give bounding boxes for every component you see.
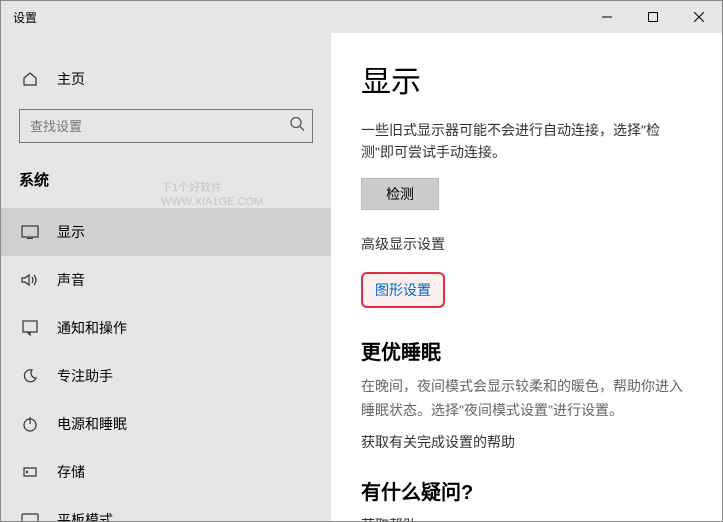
close-button[interactable] — [676, 1, 722, 33]
nav-item-tablet[interactable]: 平板模式 — [1, 496, 331, 521]
detect-button[interactable]: 检测 — [361, 178, 439, 210]
legacy-monitor-desc: 一些旧式显示器可能不会进行自动连接，选择"检测"即可尝试手动连接。 — [361, 119, 692, 164]
display-icon — [19, 225, 41, 239]
maximize-icon — [648, 12, 658, 22]
tablet-icon — [19, 513, 41, 521]
nav-label: 平板模式 — [57, 510, 113, 521]
minimize-button[interactable] — [584, 1, 630, 33]
focus-icon — [19, 368, 41, 384]
nav-item-display[interactable]: 显示 — [1, 208, 331, 256]
notifications-icon — [19, 320, 41, 336]
nav-label: 通知和操作 — [57, 318, 127, 338]
minimize-icon — [602, 12, 612, 22]
get-help-link[interactable]: 获取帮助 — [361, 515, 692, 521]
sleep-help-link[interactable]: 获取有关完成设置的帮助 — [361, 432, 692, 452]
home-icon — [19, 71, 41, 87]
sound-icon — [19, 273, 41, 287]
search-input[interactable] — [19, 109, 313, 143]
close-icon — [694, 12, 704, 22]
home-link[interactable]: 主页 — [1, 61, 331, 109]
advanced-display-link[interactable]: 高级显示设置 — [361, 234, 692, 254]
nav-label: 专注助手 — [57, 366, 113, 386]
maximize-button[interactable] — [630, 1, 676, 33]
sidebar: 主页 系统 下1个好软件 WWW.XIA1GE.COM 显示 声音 — [1, 33, 331, 521]
nav-label: 声音 — [57, 270, 85, 290]
main-area: 主页 系统 下1个好软件 WWW.XIA1GE.COM 显示 声音 — [1, 33, 722, 521]
nav-item-storage[interactable]: 存储 — [1, 448, 331, 496]
nav-label: 存储 — [57, 462, 85, 482]
nav-label: 电源和睡眠 — [57, 414, 127, 434]
nav-label: 显示 — [57, 222, 85, 242]
window-title: 设置 — [1, 9, 37, 26]
storage-icon — [19, 464, 41, 480]
home-label: 主页 — [57, 69, 85, 89]
search-box[interactable] — [19, 109, 313, 143]
content-pane: 显示 一些旧式显示器可能不会进行自动连接，选择"检测"即可尝试手动连接。 检测 … — [331, 33, 722, 521]
graphics-settings-link[interactable]: 图形设置 — [361, 272, 445, 308]
nav-item-notifications[interactable]: 通知和操作 — [1, 304, 331, 352]
nav-item-focus[interactable]: 专注助手 — [1, 352, 331, 400]
sleep-desc: 在晚间，夜间模式会显示较柔和的暖色，帮助你进入睡眠状态。选择"夜间模式设置"进行… — [361, 375, 692, 423]
question-title: 有什么疑问? — [361, 476, 692, 505]
search-icon — [289, 116, 305, 137]
nav-item-sound[interactable]: 声音 — [1, 256, 331, 304]
sleep-title: 更优睡眠 — [361, 336, 692, 365]
page-title: 显示 — [361, 57, 692, 101]
titlebar: 设置 — [1, 1, 722, 33]
section-title: 系统 — [1, 163, 331, 208]
power-icon — [19, 416, 41, 432]
nav-item-power[interactable]: 电源和睡眠 — [1, 400, 331, 448]
